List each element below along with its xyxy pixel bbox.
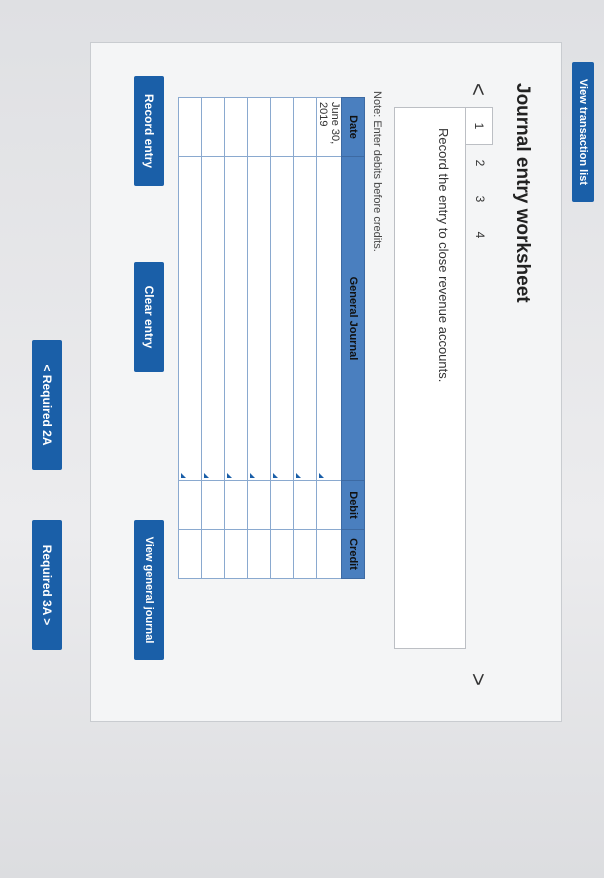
account-cell[interactable] bbox=[178, 156, 202, 481]
debit-cell[interactable] bbox=[201, 480, 225, 530]
required-2a-button[interactable]: < Required 2A bbox=[32, 340, 62, 470]
worksheet-title: Journal entry worksheet bbox=[512, 83, 533, 303]
instruction-box: Record the entry to close revenue accoun… bbox=[394, 107, 466, 649]
debit-cell[interactable] bbox=[178, 480, 202, 530]
credit-cell[interactable] bbox=[224, 529, 248, 579]
date-cell[interactable] bbox=[270, 97, 294, 157]
date-cell[interactable] bbox=[247, 97, 271, 157]
account-cell[interactable] bbox=[316, 156, 342, 481]
entry-tabs: 1 2 3 4 bbox=[466, 107, 493, 253]
clear-entry-button[interactable]: Clear entry bbox=[134, 262, 164, 372]
account-cell[interactable] bbox=[224, 156, 248, 481]
credit-cell[interactable] bbox=[270, 529, 294, 579]
date-cell[interactable] bbox=[224, 97, 248, 157]
tab-1[interactable]: 1 bbox=[466, 107, 493, 145]
table-row bbox=[247, 97, 271, 579]
credit-header: Credit bbox=[341, 529, 365, 579]
credit-cell[interactable] bbox=[178, 529, 202, 579]
debit-cell[interactable] bbox=[247, 480, 271, 530]
debit-cell[interactable] bbox=[270, 480, 294, 530]
general-journal-header: General Journal bbox=[341, 156, 365, 481]
credit-cell[interactable] bbox=[293, 529, 317, 579]
journal-table: Date General Journal Debit Credit June 3… bbox=[178, 97, 365, 579]
table-row: June 30, 2019 bbox=[316, 97, 342, 579]
credit-cell[interactable] bbox=[247, 529, 271, 579]
credit-cell[interactable] bbox=[201, 529, 225, 579]
credit-cell[interactable] bbox=[316, 529, 342, 579]
tab-2[interactable]: 2 bbox=[467, 145, 493, 181]
note-text: Note: Enter debits before credits. bbox=[371, 91, 383, 252]
screen-stage: View transaction list Journal entry work… bbox=[0, 0, 604, 878]
view-transaction-list-button[interactable]: View transaction list bbox=[572, 62, 594, 202]
date-cell[interactable] bbox=[178, 97, 202, 157]
table-row bbox=[270, 97, 294, 579]
date-cell[interactable]: June 30, 2019 bbox=[316, 97, 342, 157]
tab-3[interactable]: 3 bbox=[467, 181, 493, 217]
date-header: Date bbox=[341, 97, 365, 157]
account-cell[interactable] bbox=[293, 156, 317, 481]
table-row bbox=[224, 97, 248, 579]
table-row bbox=[293, 97, 317, 579]
date-cell[interactable] bbox=[201, 97, 225, 157]
account-cell[interactable] bbox=[247, 156, 271, 481]
date-cell[interactable] bbox=[293, 97, 317, 157]
debit-cell[interactable] bbox=[293, 480, 317, 530]
account-cell[interactable] bbox=[270, 156, 294, 481]
tab-4[interactable]: 4 bbox=[467, 217, 493, 253]
view-general-journal-button[interactable]: View general journal bbox=[134, 520, 164, 660]
instruction-text: Record the entry to close revenue accoun… bbox=[436, 128, 451, 383]
debit-cell[interactable] bbox=[316, 480, 342, 530]
chevron-left-icon[interactable]: < bbox=[465, 83, 491, 96]
debit-header: Debit bbox=[341, 480, 365, 530]
account-cell[interactable] bbox=[201, 156, 225, 481]
table-header-row: Date General Journal Debit Credit bbox=[341, 97, 365, 579]
required-3a-button[interactable]: Required 3A > bbox=[32, 520, 62, 650]
chevron-right-icon[interactable]: > bbox=[465, 673, 491, 686]
table-row bbox=[178, 97, 202, 579]
record-entry-button[interactable]: Record entry bbox=[134, 76, 164, 186]
debit-cell[interactable] bbox=[224, 480, 248, 530]
table-row bbox=[201, 97, 225, 579]
